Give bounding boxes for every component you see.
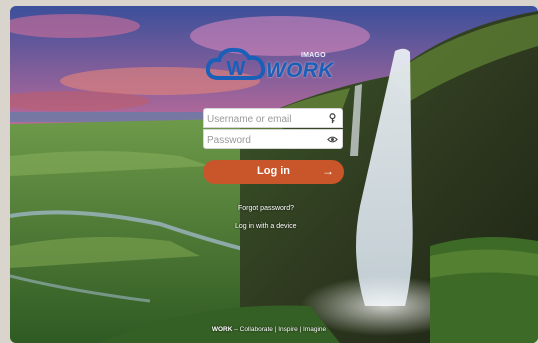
footer-tagline: WORK – Collaborate | Inspire | Imagine <box>0 326 538 333</box>
username-field[interactable] <box>203 108 343 129</box>
footer-brand: WORK <box>211 326 233 333</box>
footer-separator: – <box>232 326 240 333</box>
eye-icon[interactable] <box>327 134 338 145</box>
username-input[interactable] <box>204 110 317 129</box>
logo-wordmark: WORK <box>266 59 334 82</box>
password-input[interactable] <box>204 131 317 150</box>
forgot-password-link[interactable]: Forgot password? <box>238 205 294 212</box>
footer-tagline-text: Collaborate | Inspire | Imagine <box>239 326 327 333</box>
login-button[interactable]: Log in → <box>203 160 344 184</box>
arrow-right-icon: → <box>322 164 334 178</box>
logo-sub-label: IMAGO <box>301 52 326 59</box>
key-icon[interactable] <box>327 113 338 124</box>
login-with-device-link[interactable]: Log in with a device <box>235 223 296 230</box>
svg-text:W: W <box>227 58 246 80</box>
password-field[interactable] <box>203 129 343 150</box>
